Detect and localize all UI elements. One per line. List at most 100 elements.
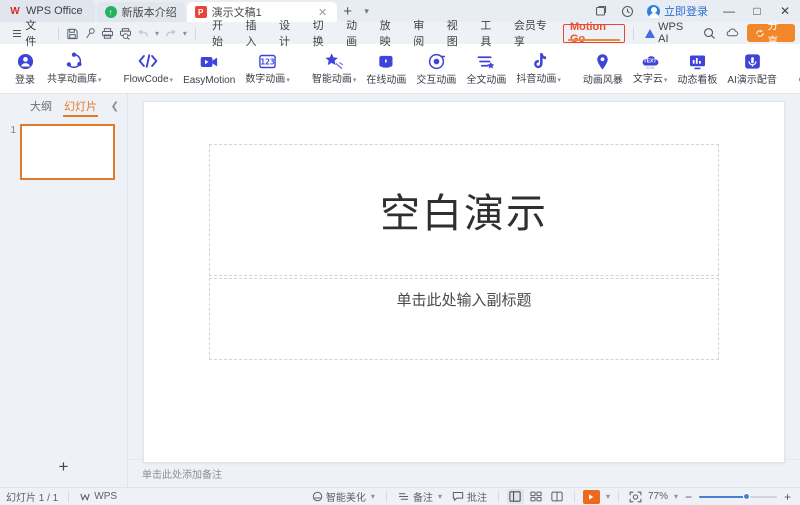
divider — [386, 491, 387, 502]
zoom-options-chevron-down-icon[interactable]: ▾ — [674, 492, 678, 501]
ribbon-button-flowcode[interactable]: FlowCode▾ — [119, 45, 179, 93]
slideshow-options-chevron-down-icon[interactable]: ▾ — [606, 492, 610, 501]
ribbon-group-account: 登录 共享动画库▾ — [8, 44, 107, 94]
status-bar: 幻灯片 1 / 1 WPS 智能美化 ▾ 备注 ▾ 批注 — [0, 487, 800, 505]
normal-view-icon[interactable] — [507, 489, 524, 504]
ribbon-button-digital-animation[interactable]: 123 数字动画▾ — [240, 45, 295, 93]
subtitle-placeholder[interactable]: 单击此处输入副标题 — [209, 278, 719, 360]
notes-pane[interactable]: 单击此处添加备注 — [128, 459, 800, 487]
ribbon-button-label: 抖音动画▾ — [516, 74, 561, 86]
ribbon-button-fulltext-animation[interactable]: 全文动画 — [461, 45, 511, 93]
wps-ai-button[interactable]: WPS AI — [639, 19, 696, 47]
interactive-target-icon — [428, 52, 445, 72]
share-label: 分享 — [767, 17, 787, 49]
share-button[interactable]: 分享 — [747, 24, 795, 42]
comments-button[interactable]: 批注 — [449, 489, 490, 505]
zoom-out-button[interactable]: − — [682, 490, 695, 504]
search-icon[interactable] — [696, 24, 723, 43]
navigator-tabs: 大纲 幻灯片 ❮ — [0, 94, 127, 118]
reading-view-icon[interactable] — [549, 489, 566, 504]
tab-review[interactable]: 审阅 — [406, 24, 440, 43]
zoom-level-label[interactable]: 77% — [648, 491, 668, 502]
notes-toggle-label: 备注 — [413, 489, 433, 504]
ribbon-button-shared-animation-library[interactable]: 共享动画库▾ — [42, 45, 107, 93]
tab-slideshow[interactable]: 放映 — [373, 24, 407, 43]
start-slideshow-button[interactable] — [583, 490, 600, 504]
wps-status-button[interactable]: WPS — [79, 491, 117, 503]
tab-view[interactable]: 视图 — [440, 24, 474, 43]
zoom-in-button[interactable]: + — [781, 490, 794, 504]
wps-status-label: WPS — [94, 491, 117, 502]
slide-thumbnail-list: 1 — [0, 118, 127, 447]
ribbon-button-label: FlowCode▾ — [124, 74, 174, 86]
title-placeholder-text: 空白演示 — [380, 181, 548, 239]
ribbon-button-login[interactable]: 登录 — [8, 45, 42, 93]
tab-animation[interactable]: 动画 — [339, 24, 373, 43]
smart-beautify-button[interactable]: 智能美化 ▾ — [309, 489, 378, 505]
document-tab-label: 新版本介绍 — [122, 4, 177, 20]
ribbon-group-chatppt: ChatPPT — [794, 44, 800, 94]
ribbon-button-online-animation[interactable]: 在线动画 — [361, 45, 411, 93]
notes-toggle-button[interactable]: 备注 ▾ — [395, 489, 445, 505]
divider — [574, 491, 575, 502]
file-menu-label: 文件 — [25, 17, 45, 49]
save-icon[interactable] — [64, 24, 82, 43]
print-icon[interactable] — [99, 24, 117, 43]
up-arrow-circle-icon: ↑ — [105, 6, 117, 18]
redo-icon[interactable] — [162, 24, 180, 43]
ribbon-button-text-cloud[interactable]: TEXTICON 文字云▾ — [628, 45, 673, 93]
slide-sorter-icon[interactable] — [528, 489, 545, 504]
add-slide-button[interactable]: + — [0, 447, 127, 487]
svg-text:ICON: ICON — [646, 66, 655, 70]
zoom-slider-handle[interactable] — [743, 493, 750, 500]
editor-area: 空白演示 单击此处输入副标题 单击此处添加备注 — [128, 94, 800, 487]
svg-text:123: 123 — [260, 57, 275, 66]
ribbon-button-easymotion[interactable]: EasyMotion — [178, 45, 240, 93]
wps-office-home-button[interactable]: W WPS Office — [0, 0, 95, 22]
wps-status-icon — [79, 491, 91, 503]
comment-icon — [452, 491, 464, 502]
tab-slides[interactable]: 幻灯片 — [63, 96, 98, 117]
ribbon-button-dynamic-dashboard[interactable]: 动态看板 — [672, 45, 722, 93]
tab-design[interactable]: 设计 — [272, 24, 306, 43]
file-menu-button[interactable]: 文件 — [6, 23, 53, 43]
fit-to-window-icon[interactable] — [627, 489, 644, 504]
slide-thumbnail-1[interactable] — [20, 124, 115, 180]
ribbon-button-ai-voiceover[interactable]: AI演示配音 — [722, 45, 781, 93]
ribbon-button-animation-storm[interactable]: 动画风暴 — [578, 45, 628, 93]
ribbon-group-animation: 智能动画▾ 在线动画 交互动画 全文动画 — [307, 44, 566, 94]
tab-insert[interactable]: 插入 — [238, 24, 272, 43]
cloud-sync-icon[interactable] — [723, 24, 740, 43]
maximize-window-button[interactable]: □ — [744, 0, 770, 22]
zoom-slider-fill — [699, 496, 747, 498]
pin-icon[interactable] — [81, 24, 99, 43]
chevron-left-icon[interactable]: ❮ — [111, 101, 119, 112]
divider — [68, 491, 69, 502]
undo-icon[interactable] — [134, 24, 152, 43]
ribbon-button-label: 动画风暴 — [583, 75, 623, 86]
tab-transition[interactable]: 切换 — [306, 24, 340, 43]
ribbon-button-tiktok-animation[interactable]: 抖音动画▾ — [511, 45, 566, 93]
tab-motion-go[interactable]: Motion Go — [563, 24, 625, 43]
document-tab-intro[interactable]: ↑ 新版本介绍 — [97, 2, 185, 22]
ribbon-button-label: 数字动画▾ — [245, 74, 290, 86]
wps-presentation-window: W WPS Office ↑ 新版本介绍 P 演示文稿1 ✕ + ▾ 立即登录 — [0, 0, 800, 505]
ribbon-button-interactive-animation[interactable]: 交互动画 — [411, 45, 461, 93]
slide-surface[interactable]: 空白演示 单击此处输入副标题 — [144, 102, 784, 462]
zoom-slider[interactable] — [699, 490, 777, 504]
title-placeholder[interactable]: 空白演示 — [209, 144, 719, 276]
undo-dropdown-chevron-down-icon[interactable]: ▾ — [152, 24, 162, 43]
tab-member-exclusive[interactable]: 会员专享 — [507, 24, 560, 43]
ribbon-button-smart-animation[interactable]: 智能动画▾ — [307, 45, 362, 93]
tab-tools[interactable]: 工具 — [473, 24, 507, 43]
ribbon-button-label: 共享动画库▾ — [47, 74, 102, 86]
print-preview-icon[interactable] — [117, 24, 135, 43]
tab-start[interactable]: 开始 — [205, 24, 239, 43]
slide-canvas[interactable]: 空白演示 单击此处输入副标题 — [128, 94, 800, 459]
menu-bar: 文件 ▾ ▾ 开始 插入 设计 切换 动画 放映 审 — [0, 22, 800, 44]
list-item[interactable]: 1 — [0, 124, 127, 180]
qat-more-chevron-down-icon[interactable]: ▾ — [180, 24, 190, 43]
tab-outline[interactable]: 大纲 — [29, 96, 53, 116]
ribbon-button-chatppt[interactable]: ChatPPT — [794, 45, 800, 93]
wps-office-label: WPS Office — [26, 5, 83, 17]
